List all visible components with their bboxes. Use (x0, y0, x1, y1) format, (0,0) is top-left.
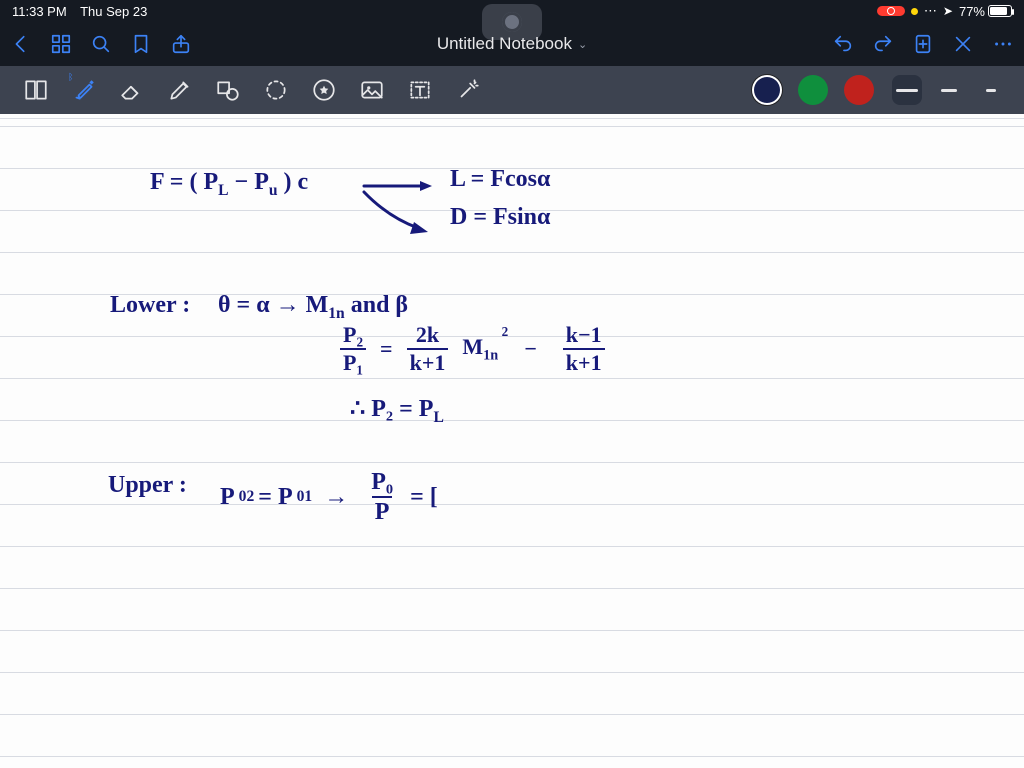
hw-pressure-ratio: P₂P₁ = 2kk+1 M1n2 − k−1k+1 (340, 324, 605, 374)
image-tool[interactable] (350, 70, 394, 110)
hw-lower-theta: θ = α → M1n and β (218, 292, 408, 323)
hw-eq-lift: L = Fcosα (450, 166, 550, 193)
search-button[interactable] (90, 33, 112, 55)
color-palette (746, 75, 880, 105)
color-swatch-3[interactable] (844, 75, 874, 105)
hw-eq-force: F = ( PL − Pu ) c (150, 169, 308, 200)
hw-eq-drag: D = Fsinα (450, 204, 550, 231)
shape-tool[interactable] (206, 70, 250, 110)
app-nav-bar: Untitled Notebook ⌄ (0, 22, 1024, 66)
grid-view-button[interactable] (50, 33, 72, 55)
close-button[interactable] (952, 33, 974, 55)
hw-therefore-p2-pl: ∴ P₂ = PL (350, 394, 444, 427)
color-swatch-1[interactable] (752, 75, 782, 105)
share-button[interactable] (170, 33, 192, 55)
note-canvas[interactable]: F = ( PL − Pu ) c L = Fcosα D = Fsinα Lo… (0, 114, 1024, 768)
location-icon: ➤ (943, 4, 953, 18)
status-time: 11:33 PM (12, 4, 67, 19)
bookmark-button[interactable] (130, 33, 152, 55)
stroke-width-group (888, 75, 1010, 105)
text-tool[interactable] (398, 70, 442, 110)
undo-button[interactable] (832, 33, 854, 55)
new-page-button[interactable] (912, 33, 934, 55)
mic-indicator-dot (911, 8, 918, 15)
battery-indicator: 77% (959, 4, 1012, 19)
back-button[interactable] (10, 33, 32, 55)
lasso-tool[interactable] (254, 70, 298, 110)
hw-label-lower: Lower : (110, 292, 190, 319)
title-text: Untitled Notebook (437, 34, 572, 54)
status-date: Thu Sep 23 (80, 4, 147, 19)
hw-label-upper: Upper : (108, 472, 187, 499)
redo-button[interactable] (872, 33, 894, 55)
stroke-width-1[interactable] (892, 75, 922, 105)
stroke-width-2[interactable] (934, 75, 964, 105)
toolbar: ᛒ (0, 66, 1024, 114)
hw-upper-eq: P02 = P01 → P₀P = [ (220, 470, 438, 524)
pen-tool[interactable]: ᛒ (62, 70, 106, 110)
stroke-width-3[interactable] (976, 75, 1006, 105)
sticker-tool[interactable] (302, 70, 346, 110)
more-button[interactable] (992, 33, 1014, 55)
title-chevron-icon: ⌄ (578, 38, 587, 51)
screen-record-indicator[interactable] (877, 6, 905, 16)
status-more-icon: ⋯ (924, 3, 937, 19)
document-title[interactable]: Untitled Notebook ⌄ (437, 34, 587, 54)
bluetooth-badge-icon: ᛒ (68, 72, 73, 82)
battery-pct: 77% (959, 4, 985, 19)
eraser-tool[interactable] (110, 70, 154, 110)
color-swatch-2[interactable] (798, 75, 828, 105)
laser-tool[interactable] (446, 70, 490, 110)
highlighter-tool[interactable] (158, 70, 202, 110)
page-layout-tool[interactable] (14, 70, 58, 110)
